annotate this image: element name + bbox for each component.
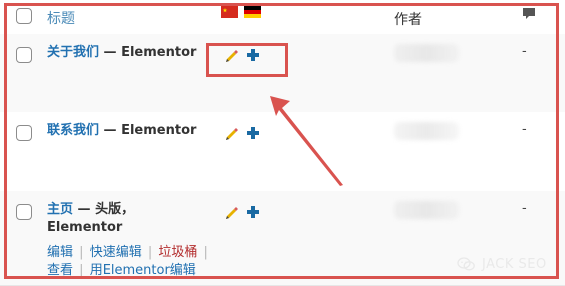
watermark-text: JACK SEO [482, 256, 547, 272]
watermark: JACK SEO [456, 254, 547, 274]
icon-callout-box [206, 43, 288, 77]
wechat-icon [457, 257, 475, 271]
